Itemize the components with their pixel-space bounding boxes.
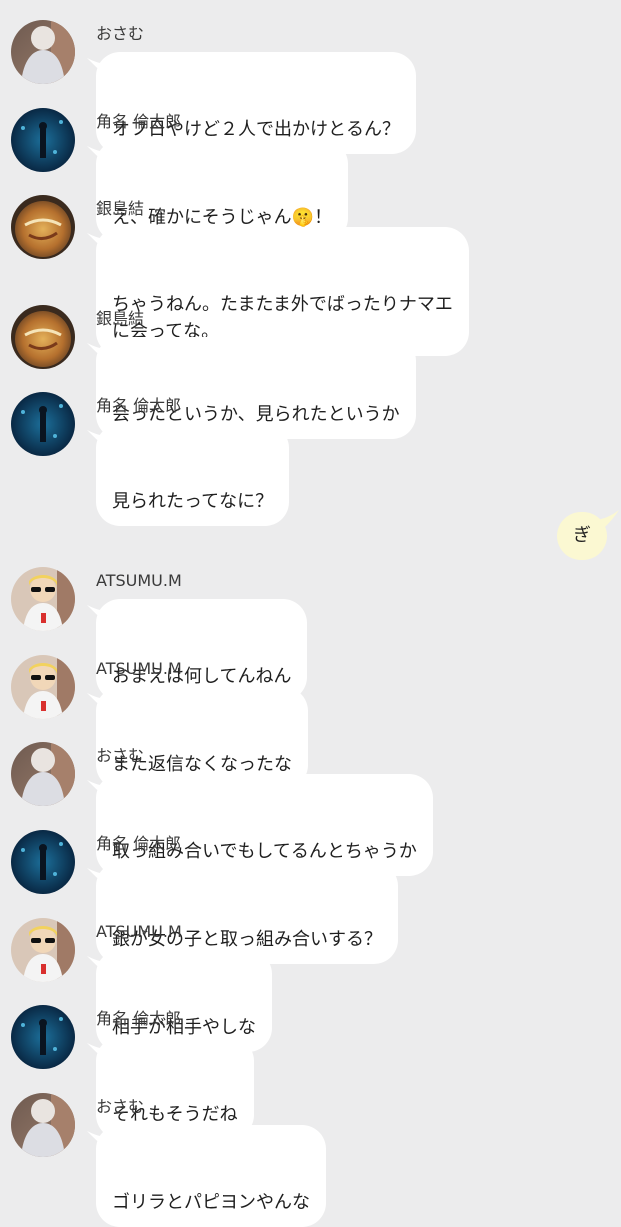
message-text: 見られたってなに？ — [112, 491, 274, 512]
sender-name: 角名 倫太郎 — [96, 112, 182, 131]
atsumu-avatar[interactable] — [11, 918, 75, 982]
sender-name: おさむ — [96, 24, 145, 43]
gin-avatar[interactable] — [11, 305, 75, 369]
message-text: ゴリラとパピヨンやんな — [112, 1192, 310, 1213]
atsumu-avatar[interactable] — [11, 567, 75, 631]
bubble-tail — [87, 956, 109, 976]
message-bubble[interactable]: 銀が女の子と取っ組み合いする？ — [87, 862, 398, 964]
bubble-tail — [593, 510, 619, 536]
suna-avatar[interactable] — [11, 392, 75, 456]
outgoing-bubble[interactable]: ぎ — [557, 510, 619, 560]
suna-avatar[interactable] — [11, 830, 75, 894]
chat-timeline[interactable]: おさむ オフ日やけど２人で出かけとるん？ 角名 倫太郎 え、確かにそうじゃん🤫！… — [0, 0, 621, 1227]
bubble-tail — [87, 146, 109, 166]
suna-avatar[interactable] — [11, 108, 75, 172]
suna-avatar[interactable] — [11, 1005, 75, 1069]
sender-name: 銀島結 — [96, 199, 145, 218]
bubble-tail — [87, 693, 109, 713]
message-text: ぎ — [573, 525, 591, 546]
osamu-avatar[interactable] — [11, 1093, 75, 1157]
message-bubble[interactable]: それもそうだね — [87, 1037, 254, 1139]
sender-name: おさむ — [96, 1097, 145, 1116]
message-bubble[interactable]: オフ日やけど２人で出かけとるん？ — [87, 52, 416, 154]
bubble-tail — [87, 1131, 109, 1151]
bubble-tail — [87, 605, 109, 625]
sender-name: 角名 倫太郎 — [96, 1009, 182, 1028]
atsumu-avatar[interactable] — [11, 655, 75, 719]
shushing-face-emoji: 🤫 — [291, 207, 315, 228]
message-bubble[interactable]: ゴリラとパピヨンやんな — [87, 1125, 326, 1227]
bubble-tail — [87, 343, 109, 363]
bubble-tail — [87, 868, 109, 888]
sender-name: 角名 倫太郎 — [96, 396, 182, 415]
bubble-tail — [87, 1043, 109, 1063]
gin-avatar[interactable] — [11, 195, 75, 259]
sender-name: ATSUMU.M — [96, 922, 182, 941]
sender-name: ATSUMU.M — [96, 659, 182, 678]
message-text-suffix: ！ — [314, 207, 333, 228]
bubble-tail — [87, 233, 109, 253]
message-bubble[interactable]: おまえは何してんねん — [87, 599, 308, 701]
message-bubble[interactable]: 見られたってなに？ — [87, 424, 290, 526]
sender-name: おさむ — [96, 746, 145, 765]
message-text: ちゃうねん。たまたま外でばったりナマエ に会ってな。 — [112, 294, 453, 342]
message-bubble[interactable]: 取っ組み合いでもしてるんとちゃうか — [87, 774, 433, 876]
osamu-avatar[interactable] — [11, 20, 75, 84]
sender-name: ATSUMU.M — [96, 571, 182, 590]
bubble-tail — [87, 780, 109, 800]
osamu-avatar[interactable] — [11, 742, 75, 806]
bubble-tail — [87, 58, 109, 78]
sender-name: 角名 倫太郎 — [96, 834, 182, 853]
sender-name: 銀島結 — [96, 309, 145, 328]
bubble-tail — [87, 430, 109, 450]
